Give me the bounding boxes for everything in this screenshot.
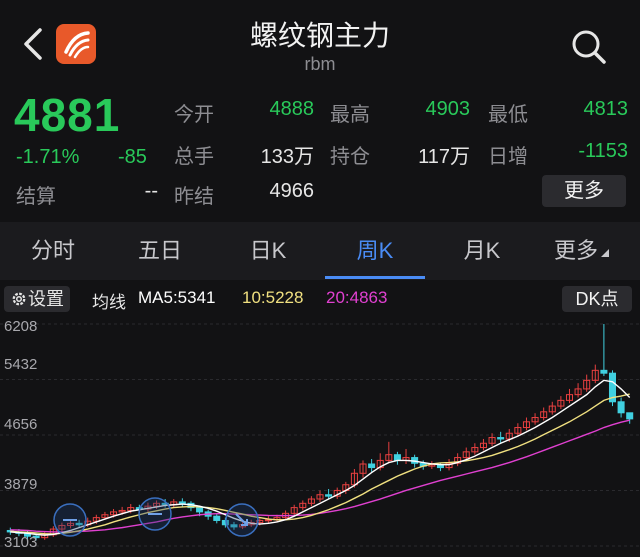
candle-body	[617, 401, 625, 414]
last-price: 4881	[14, 89, 121, 141]
candle-body	[213, 515, 221, 521]
ma20-value: 20:4863	[326, 288, 388, 307]
page-title: 螺纹钢主力	[249, 20, 390, 51]
triangle-down-icon	[601, 249, 609, 257]
candle	[608, 370, 617, 407]
candle	[402, 448, 410, 464]
y-tick-label: 5432	[4, 356, 38, 373]
candle	[497, 431, 505, 444]
candle	[540, 407, 548, 421]
candle-body	[600, 369, 608, 374]
y-tick-label: 3879	[4, 476, 38, 493]
prev-settle-label: 昨结	[174, 186, 214, 208]
y-tick-label: 4656	[4, 416, 38, 433]
candle-body	[626, 412, 634, 420]
dk-marker-icon	[138, 497, 172, 531]
settle-label: 结算	[16, 186, 56, 208]
candle	[565, 388, 573, 404]
y-tick-label: 6208	[4, 318, 38, 335]
candle	[307, 496, 315, 507]
contract-code: rbm	[304, 54, 336, 74]
ma-legend-bar: 设置 均线 MA5:5341 10:5228 20:4863 DK点	[0, 284, 640, 314]
open-interest-value: 117万	[418, 146, 470, 168]
settle-value: --	[144, 180, 158, 202]
candle	[591, 364, 599, 384]
prev-settle-value: 4966	[269, 180, 315, 202]
dk-marker-icon	[53, 503, 87, 537]
candle	[316, 490, 324, 502]
candle	[514, 423, 522, 437]
candle	[548, 401, 556, 415]
ma5-value: MA5:5341	[138, 288, 216, 307]
candle	[454, 453, 462, 467]
kline-chart[interactable]: 6208 5432 4656 3879 3103	[0, 314, 640, 552]
candle	[359, 460, 367, 478]
ma10-line	[10, 393, 630, 535]
volume-label: 总手	[174, 146, 214, 168]
candle-body	[497, 437, 505, 440]
candle	[393, 451, 401, 465]
candle	[170, 499, 178, 508]
candle-body	[325, 494, 333, 497]
tab-monthly-k[interactable]: 月K	[432, 222, 532, 280]
low-label: 最低	[488, 104, 528, 126]
dk-marker-icon	[225, 503, 259, 537]
candle	[557, 396, 565, 409]
settings-button[interactable]: 设置	[4, 286, 70, 312]
period-tabs: 分时 五日 日K 周K 月K 更多	[0, 222, 640, 280]
candle	[479, 438, 487, 451]
active-tab-indicator	[325, 276, 425, 279]
candle	[522, 417, 530, 431]
tab-more[interactable]: 更多	[532, 222, 632, 280]
ma10-value: 10:5228	[242, 288, 304, 307]
change-percent: -1.71%	[16, 146, 80, 168]
candle	[299, 500, 307, 511]
tab-weekly-k[interactable]: 周K	[325, 222, 425, 280]
candle	[531, 413, 539, 425]
open-label: 今开	[174, 104, 214, 126]
candle	[368, 458, 376, 472]
settings-label: 设置	[28, 289, 64, 309]
tab-intraday[interactable]: 分时	[3, 222, 103, 280]
quote-panel: 4881 -1.71% -85 结算 -- 今开 4888 总手 133万 昨结…	[0, 84, 640, 216]
high-value: 4903	[425, 98, 471, 120]
dk-point-button[interactable]: DK点	[562, 286, 632, 312]
y-tick-label: 3103	[4, 534, 38, 551]
candle-body	[178, 501, 186, 504]
candle	[600, 324, 608, 377]
tab-five-day[interactable]: 五日	[110, 222, 210, 280]
change-value: -85	[118, 146, 147, 168]
daily-increase-value: -1153	[578, 140, 628, 162]
more-button[interactable]: 更多	[542, 175, 626, 207]
candle-body	[196, 507, 204, 513]
search-icon[interactable]	[568, 26, 608, 66]
ma-type-label[interactable]: 均线	[92, 288, 126, 313]
gear-icon	[12, 292, 26, 306]
daily-increase-label: 日增	[488, 146, 528, 168]
candle-body	[368, 463, 376, 469]
volume-value: 133万	[260, 146, 314, 168]
candle	[617, 397, 625, 418]
candle	[471, 443, 479, 455]
high-label: 最高	[330, 104, 370, 126]
kline-svg	[0, 323, 640, 547]
header: 螺纹钢主力 rbm	[0, 0, 640, 84]
candle	[626, 412, 634, 424]
candle	[385, 441, 393, 464]
open-interest-label: 持仓	[330, 146, 370, 168]
candle	[583, 374, 591, 392]
candle-body	[393, 454, 401, 461]
tab-more-label: 更多	[553, 238, 598, 263]
candle	[178, 498, 186, 507]
candle	[213, 513, 221, 524]
candle	[574, 383, 582, 398]
tab-daily-k[interactable]: 日K	[218, 222, 318, 280]
open-value: 4888	[269, 98, 315, 120]
low-value: 4813	[583, 98, 629, 120]
